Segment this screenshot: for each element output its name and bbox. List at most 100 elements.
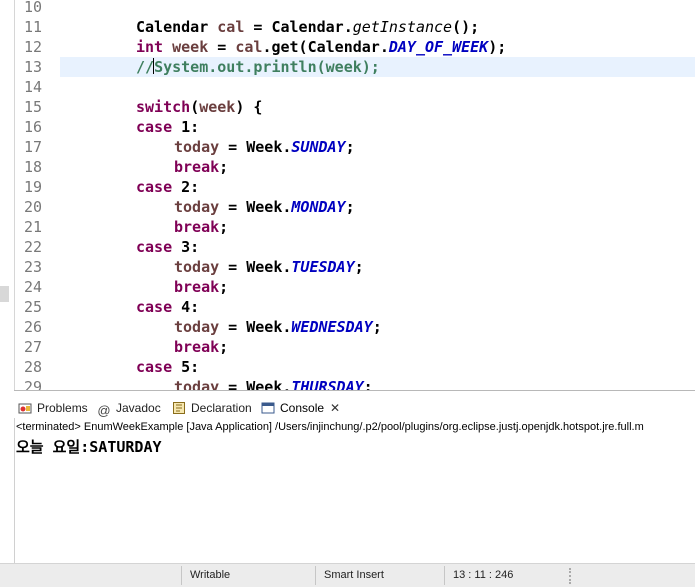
code-line[interactable]: 29 today = Week.THURSDAY; bbox=[0, 377, 695, 390]
code-line[interactable]: 12 int week = cal.get(Calendar.DAY_OF_WEE… bbox=[0, 37, 695, 57]
line-code: break; bbox=[174, 157, 228, 177]
code-token: .get(Calendar. bbox=[262, 38, 389, 56]
line-number: 13 bbox=[24, 58, 43, 76]
line-code: case 2: bbox=[136, 177, 199, 197]
line-number: 28 bbox=[24, 358, 43, 376]
line-code: Calendar cal = Calendar.getInstance(); bbox=[136, 17, 479, 37]
line-number: 19 bbox=[24, 178, 43, 196]
tab-problems[interactable]: Problems bbox=[18, 398, 88, 418]
tab-console[interactable]: Console ✕ bbox=[261, 398, 340, 418]
code-token: getInstance bbox=[352, 18, 453, 36]
code-token: Calendar bbox=[136, 18, 218, 36]
code-line[interactable]: 19 case 2: bbox=[0, 177, 695, 197]
code-line[interactable]: 16 case 1: bbox=[0, 117, 695, 137]
status-cursor-position[interactable]: 13 : 11 : 246 bbox=[453, 564, 513, 587]
code-line[interactable]: 18 break; bbox=[0, 157, 695, 177]
code-line[interactable]: 11 Calendar cal = Calendar.getInstance(); bbox=[0, 17, 695, 37]
code-line[interactable]: 10 bbox=[0, 0, 695, 17]
line-number: 20 bbox=[24, 198, 43, 216]
line-code: break; bbox=[174, 337, 228, 357]
code-editor[interactable]: 10 11 Calendar cal = Calendar.getInstance(… bbox=[0, 0, 695, 390]
code-token: ; bbox=[354, 258, 364, 276]
line-number: 25 bbox=[24, 298, 43, 316]
code-token: ; bbox=[219, 218, 229, 236]
status-separator bbox=[444, 566, 445, 585]
code-line[interactable]: 23 today = Week.TUESDAY; bbox=[0, 257, 695, 277]
code-token: case bbox=[136, 298, 173, 316]
line-code: today = Week.SUNDAY; bbox=[174, 137, 355, 157]
code-line[interactable]: 24 break; bbox=[0, 277, 695, 297]
code-token: ); bbox=[488, 38, 507, 56]
tab-javadoc[interactable]: @ Javadoc bbox=[97, 398, 161, 418]
code-line[interactable]: 13 //System.out.println(week); bbox=[0, 57, 695, 77]
code-token: = Calendar. bbox=[244, 18, 353, 36]
code-token: = Week. bbox=[219, 258, 292, 276]
tab-javadoc-label: Javadoc bbox=[116, 401, 161, 415]
code-line[interactable]: 26 today = Week.WEDNESDAY; bbox=[0, 317, 695, 337]
declaration-icon bbox=[173, 402, 185, 414]
code-token: today bbox=[174, 258, 220, 276]
code-token: System.out.println(week); bbox=[154, 58, 380, 76]
status-bar: Writable Smart Insert 13 : 11 : 246 bbox=[0, 563, 695, 587]
code-token: today bbox=[174, 198, 220, 216]
code-token: ; bbox=[363, 378, 373, 390]
code-line[interactable]: 14 bbox=[0, 77, 695, 97]
line-number: 27 bbox=[24, 338, 43, 356]
tab-declaration-label: Declaration bbox=[191, 401, 252, 415]
code-token: cal bbox=[217, 18, 245, 36]
line-code: break; bbox=[174, 217, 228, 237]
code-token: MONDAY bbox=[291, 198, 346, 216]
javadoc-icon: @ bbox=[97, 403, 111, 418]
code-line[interactable]: 22 case 3: bbox=[0, 237, 695, 257]
code-token: cal bbox=[235, 38, 263, 56]
code-token: today bbox=[174, 138, 220, 156]
tab-console-label: Console bbox=[280, 401, 325, 415]
line-number: 26 bbox=[24, 318, 43, 336]
line-code: today = Week.TUESDAY; bbox=[174, 257, 364, 277]
line-number: 23 bbox=[24, 258, 43, 276]
code-token: (); bbox=[452, 18, 480, 36]
code-token: ; bbox=[345, 138, 355, 156]
console-output: 오늘 요일:SATURDAY bbox=[16, 438, 162, 456]
code-token: = bbox=[208, 38, 236, 56]
code-token: ; bbox=[372, 318, 382, 336]
status-insert-mode[interactable]: Smart Insert bbox=[324, 564, 384, 587]
code-token: today bbox=[174, 378, 220, 390]
code-line[interactable]: 27 break; bbox=[0, 337, 695, 357]
code-token: case bbox=[136, 118, 173, 136]
status-writable: Writable bbox=[190, 569, 231, 581]
code-token: = Week. bbox=[219, 378, 292, 390]
code-line[interactable]: 20 today = Week.MONDAY; bbox=[0, 197, 695, 217]
line-code: case 1: bbox=[136, 117, 199, 137]
line-number: 17 bbox=[24, 138, 43, 156]
console-icon bbox=[261, 402, 275, 414]
code-token: = Week. bbox=[219, 198, 292, 216]
code-token: ; bbox=[345, 198, 355, 216]
code-token: week bbox=[199, 98, 236, 116]
line-code: switch(week) { bbox=[136, 97, 262, 117]
line-code: case 5: bbox=[136, 357, 199, 377]
bottom-panel-tabs: Problems @ Javadoc Declaration Console ✕ bbox=[14, 396, 695, 418]
code-line[interactable]: 25 case 4: bbox=[0, 297, 695, 317]
line-code: today = Week.WEDNESDAY; bbox=[174, 317, 382, 337]
code-line[interactable]: 15 switch(week) { bbox=[0, 97, 695, 117]
code-token: SUNDAY bbox=[291, 138, 346, 156]
panel-divider[interactable] bbox=[14, 390, 695, 391]
code-token: ( bbox=[190, 98, 200, 116]
line-number: 12 bbox=[24, 38, 43, 56]
status-separator bbox=[315, 566, 316, 585]
code-token: week bbox=[172, 38, 209, 56]
close-icon[interactable]: ✕ bbox=[330, 398, 340, 418]
code-line[interactable]: 28 case 5: bbox=[0, 357, 695, 377]
code-line[interactable]: 21 break; bbox=[0, 217, 695, 237]
code-line[interactable]: 17 today = Week.SUNDAY; bbox=[0, 137, 695, 157]
code-token: TUESDAY bbox=[291, 258, 355, 276]
code-token: ; bbox=[219, 338, 229, 356]
code-token: 3: bbox=[172, 238, 200, 256]
code-token: break bbox=[174, 338, 220, 356]
code-token: break bbox=[174, 158, 220, 176]
line-number: 11 bbox=[24, 18, 43, 36]
line-number: 24 bbox=[24, 278, 43, 296]
tab-declaration[interactable]: Declaration bbox=[172, 398, 252, 418]
